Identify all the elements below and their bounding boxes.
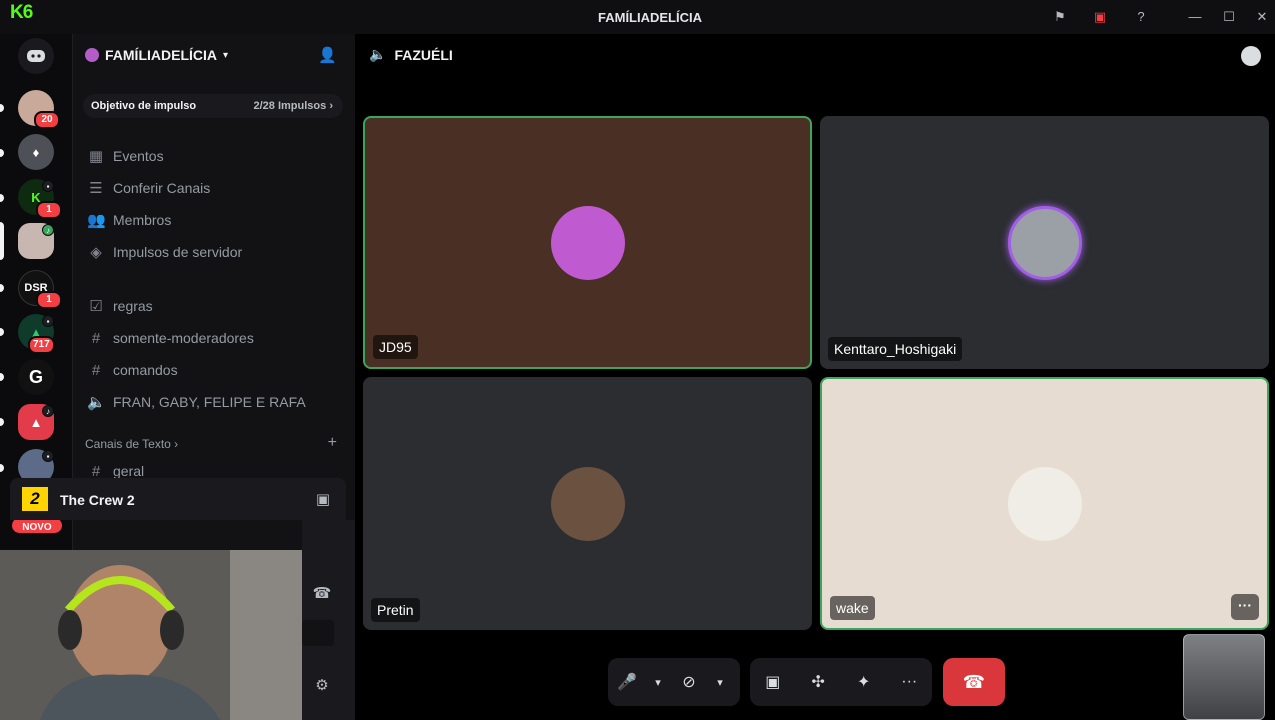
invite-people-icon[interactable]: 👤 (318, 46, 337, 64)
more-options-icon[interactable]: ··· (1231, 594, 1259, 620)
unread-pip (0, 149, 4, 157)
avatar (550, 205, 625, 280)
more-icon[interactable]: ··· (890, 663, 928, 701)
add-channel-icon[interactable]: + (328, 434, 337, 452)
speaker-icon: 🔈 (369, 46, 387, 62)
menu-item-members[interactable]: 👥 Membros (87, 210, 171, 230)
unread-pip (0, 464, 4, 472)
screen-share-icon[interactable]: ▣ (1092, 9, 1108, 25)
game-activity-bar[interactable]: 2 The Crew 2 ▣ (10, 478, 346, 520)
menu-item-browse-channels[interactable]: ☰ Conferir Canais (87, 178, 210, 198)
participant-name: Pretin (371, 598, 420, 622)
voice-status-bar (302, 620, 334, 646)
members-icon: 👥 (87, 212, 106, 229)
participant-name: wake (830, 596, 875, 620)
voice-channel-header: 🔈 FAZUÉLI (369, 46, 453, 63)
category-text-channels[interactable]: Canais de Texto › (85, 437, 178, 451)
voice-icon: ♪ (42, 224, 54, 236)
boost-goal-bar[interactable]: Objetivo de impulso 2/28 Impulsos › (83, 94, 343, 118)
chevron-down-icon[interactable]: ▾ (708, 663, 732, 701)
channel-rules[interactable]: ☑ regras (87, 296, 152, 316)
avatar (1007, 205, 1082, 280)
help-icon[interactable]: ? (1133, 9, 1149, 25)
stream-icon: ▪ (42, 450, 54, 462)
unread-pip (0, 194, 4, 202)
speaker-icon: 🔈 (87, 394, 106, 411)
maximize-icon[interactable]: ☐ (1221, 9, 1237, 25)
boost-count: 2/28 Impulsos › (253, 100, 334, 112)
settings-gear-icon[interactable]: ⚙ (312, 676, 332, 694)
unread-pip (0, 284, 4, 292)
title-bar: K6 FAMÍLIADELÍCIA ⚑ ▣ ? — ☐ ✕ (0, 0, 1275, 34)
hash-icon: # (91, 329, 101, 347)
flag-icon[interactable]: ⚑ (1052, 9, 1068, 25)
avatar (1007, 466, 1082, 541)
disconnect-icon[interactable]: ☎ (312, 584, 332, 602)
chat-bubble-icon[interactable] (1241, 46, 1261, 66)
game-name: The Crew 2 (60, 492, 135, 508)
minimize-icon[interactable]: — (1187, 9, 1203, 25)
streamer-webcam (0, 550, 302, 720)
mention-badge: 1 (36, 201, 62, 219)
glass-object (1183, 634, 1265, 720)
participant-tile[interactable]: Kenttaro_Hoshigaki (820, 116, 1269, 369)
avatar (550, 466, 625, 541)
participant-name: JD95 (373, 335, 418, 359)
boost-goal-label: Objetivo de impulso (91, 100, 197, 112)
server-icon-dice[interactable]: ♦ (18, 134, 54, 170)
close-icon[interactable]: ✕ (1254, 9, 1270, 25)
voice-channel-name: FAZUÉLI (394, 46, 453, 63)
mention-badge: 1 (36, 291, 62, 309)
chat-icon: ▪ (42, 315, 54, 327)
game-logo-icon: 2 (22, 487, 48, 511)
participant-tile[interactable]: wake ··· (820, 377, 1269, 630)
activities-icon[interactable]: ✣ (799, 663, 837, 701)
hash-icon: # (91, 361, 101, 379)
hangup-icon: ☎ (962, 671, 986, 692)
discord-home-icon[interactable] (18, 38, 54, 74)
activity-controls: ▣ ✣ ✦ ··· (750, 658, 932, 706)
stream-icon: ▪ (42, 180, 54, 192)
boost-gem-icon: ◈ (90, 244, 102, 261)
server-icon-logitech[interactable]: G (18, 359, 54, 395)
camera-off-icon[interactable]: ⊘ (670, 663, 708, 701)
unread-pip (0, 328, 4, 336)
server-header[interactable]: FAMÍLIADELÍCIA ▾ (85, 44, 228, 66)
browse-channels-icon: ☰ (89, 180, 103, 197)
menu-item-events[interactable]: ▦ Eventos (87, 146, 164, 166)
calendar-icon: ▦ (88, 148, 104, 165)
selected-pip (0, 222, 4, 260)
microphone-icon[interactable]: 🎤 (608, 663, 646, 701)
server-name: FAMÍLIADELÍCIA (105, 47, 217, 63)
channel-voice-fran[interactable]: 🔈 FRAN, GABY, FELIPE E RAFA (87, 392, 306, 412)
unread-pip (0, 418, 4, 426)
participant-tile[interactable]: JD95 (363, 116, 812, 369)
chevron-down-icon[interactable]: ▾ (646, 663, 670, 701)
voice-call-area: 🔈 FAZUÉLI JD95 Kenttaro_Hoshigaki Pretin… (355, 34, 1275, 720)
speaker-icon: ♪ (42, 405, 54, 417)
channel-moderators[interactable]: # somente-moderadores (87, 328, 254, 348)
mention-badge: 717 (28, 336, 55, 354)
disconnect-call-button[interactable]: ☎ (943, 658, 1005, 706)
unread-pip (0, 104, 4, 112)
soundboard-icon[interactable]: ✦ (845, 663, 883, 701)
window-title: FAMÍLIADELÍCIA (598, 10, 702, 25)
server-boost-icon (85, 48, 99, 62)
participant-name: Kenttaro_Hoshigaki (828, 337, 963, 361)
participant-tile[interactable]: Pretin (363, 377, 812, 630)
menu-item-server-boosts[interactable]: ◈ Impulsos de servidor (87, 242, 242, 262)
screen-share-icon[interactable]: ▣ (754, 663, 792, 701)
rules-icon: ☑ (89, 298, 103, 315)
stream-game-icon[interactable]: ▣ (316, 490, 330, 508)
user-controls: ☎ ⚙ (302, 520, 355, 720)
unread-pip (0, 373, 4, 381)
mention-badge: 20 (34, 111, 60, 129)
audio-video-controls: 🎤 ▾ ⊘ ▾ (608, 658, 740, 706)
channel-commands[interactable]: # comandos (87, 360, 178, 380)
chevron-down-icon: ▾ (223, 49, 229, 61)
hash-icon: # (91, 462, 101, 480)
